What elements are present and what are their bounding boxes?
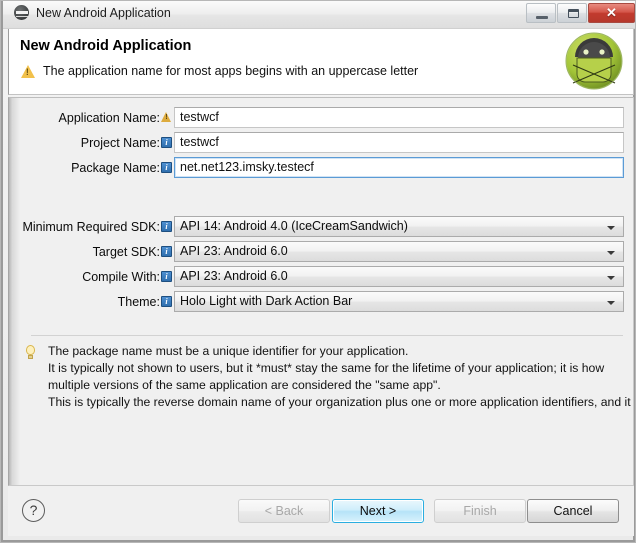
warning-badge-icon[interactable] xyxy=(161,112,172,123)
wizard-header: New Android Application The application … xyxy=(8,29,634,95)
minimize-icon xyxy=(536,16,548,19)
left-gutter xyxy=(9,98,20,485)
form-spacer-2 xyxy=(20,197,624,214)
row-application-name: Application Name: testwcf xyxy=(20,105,624,130)
tip-text: The package name must be a unique identi… xyxy=(48,343,631,411)
chevron-down-icon xyxy=(607,276,615,280)
row-compile-with: Compile With: API 23: Android 6.0 xyxy=(20,264,624,289)
android-robot-icon xyxy=(564,31,624,91)
compile-with-select[interactable]: API 23: Android 6.0 xyxy=(174,266,624,287)
tip-line-3: multiple versions of the same applicatio… xyxy=(48,377,631,394)
info-badge-icon[interactable] xyxy=(161,162,172,173)
back-button[interactable]: < Back xyxy=(238,499,330,523)
finish-button[interactable]: Finish xyxy=(434,499,526,523)
label-minimum-required-sdk: Minimum Required SDK: xyxy=(20,220,161,234)
help-button[interactable]: ? xyxy=(22,499,45,522)
row-target-sdk: Target SDK: API 23: Android 6.0 xyxy=(20,239,624,264)
header-message: The application name for most apps begin… xyxy=(43,64,418,78)
info-badge-icon[interactable] xyxy=(161,137,172,148)
chevron-down-icon xyxy=(607,251,615,255)
target-sdk-select[interactable]: API 23: Android 6.0 xyxy=(174,241,624,262)
tip-line-1: The package name must be a unique identi… xyxy=(48,343,631,360)
close-icon: ✕ xyxy=(589,4,634,22)
lightbulb-icon xyxy=(24,345,37,362)
maximize-button[interactable] xyxy=(557,3,587,23)
row-project-name: Project Name: testwcf xyxy=(20,130,624,155)
close-button[interactable]: ✕ xyxy=(588,3,635,23)
tip-separator xyxy=(31,335,623,336)
label-application-name: Application Name: xyxy=(20,111,161,125)
minimize-button[interactable] xyxy=(526,3,556,23)
target-sdk-value: API 23: Android 6.0 xyxy=(180,244,288,258)
application-name-input[interactable]: testwcf xyxy=(174,107,624,128)
compile-with-value: API 23: Android 6.0 xyxy=(180,269,288,283)
wizard-body: Application Name: testwcf Project Name: … xyxy=(8,97,634,486)
maximize-icon xyxy=(568,9,579,18)
tip-line-4: This is typically the reverse domain nam… xyxy=(48,394,631,411)
minimum-required-sdk-select[interactable]: API 14: Android 4.0 (IceCreamSandwich) xyxy=(174,216,624,237)
form-area: Application Name: testwcf Project Name: … xyxy=(20,105,624,314)
title-bar-left: New Android Application xyxy=(14,5,171,20)
page-title: New Android Application xyxy=(20,38,191,54)
android-icon xyxy=(14,5,29,20)
label-package-name: Package Name: xyxy=(20,161,161,175)
label-project-name: Project Name: xyxy=(20,136,161,150)
info-badge-icon[interactable] xyxy=(161,271,172,282)
form-spacer xyxy=(20,180,624,197)
header-message-row: The application name for most apps begin… xyxy=(21,64,418,78)
row-minimum-required-sdk: Minimum Required SDK: API 14: Android 4.… xyxy=(20,214,624,239)
chevron-down-icon xyxy=(607,301,615,305)
minimum-required-sdk-value: API 14: Android 4.0 (IceCreamSandwich) xyxy=(180,219,408,233)
project-name-input[interactable]: testwcf xyxy=(174,132,624,153)
theme-value: Holo Light with Dark Action Bar xyxy=(180,294,352,308)
package-name-input[interactable]: net.net123.imsky.testecf xyxy=(174,157,624,178)
title-bar: New Android Application ✕ xyxy=(3,1,636,29)
theme-select[interactable]: Holo Light with Dark Action Bar xyxy=(174,291,624,312)
tip-line-2: It is typically not shown to users, but … xyxy=(48,360,631,377)
info-badge-icon[interactable] xyxy=(161,246,172,257)
label-theme: Theme: xyxy=(20,295,161,309)
info-badge-icon[interactable] xyxy=(161,296,172,307)
window-controls: ✕ xyxy=(526,3,635,23)
info-badge-icon[interactable] xyxy=(161,221,172,232)
window-title: New Android Application xyxy=(36,6,171,20)
dialog-window: New Android Application ✕ New Android Ap… xyxy=(0,0,636,543)
label-compile-with: Compile With: xyxy=(20,270,161,284)
next-button[interactable]: Next > xyxy=(332,499,424,523)
label-target-sdk: Target SDK: xyxy=(20,245,161,259)
row-theme: Theme: Holo Light with Dark Action Bar xyxy=(20,289,624,314)
cancel-button[interactable]: Cancel xyxy=(527,499,619,523)
row-package-name: Package Name: net.net123.imsky.testecf xyxy=(20,155,624,180)
tip-box: The package name must be a unique identi… xyxy=(24,343,628,411)
chevron-down-icon xyxy=(607,226,615,230)
warning-icon xyxy=(21,65,35,78)
